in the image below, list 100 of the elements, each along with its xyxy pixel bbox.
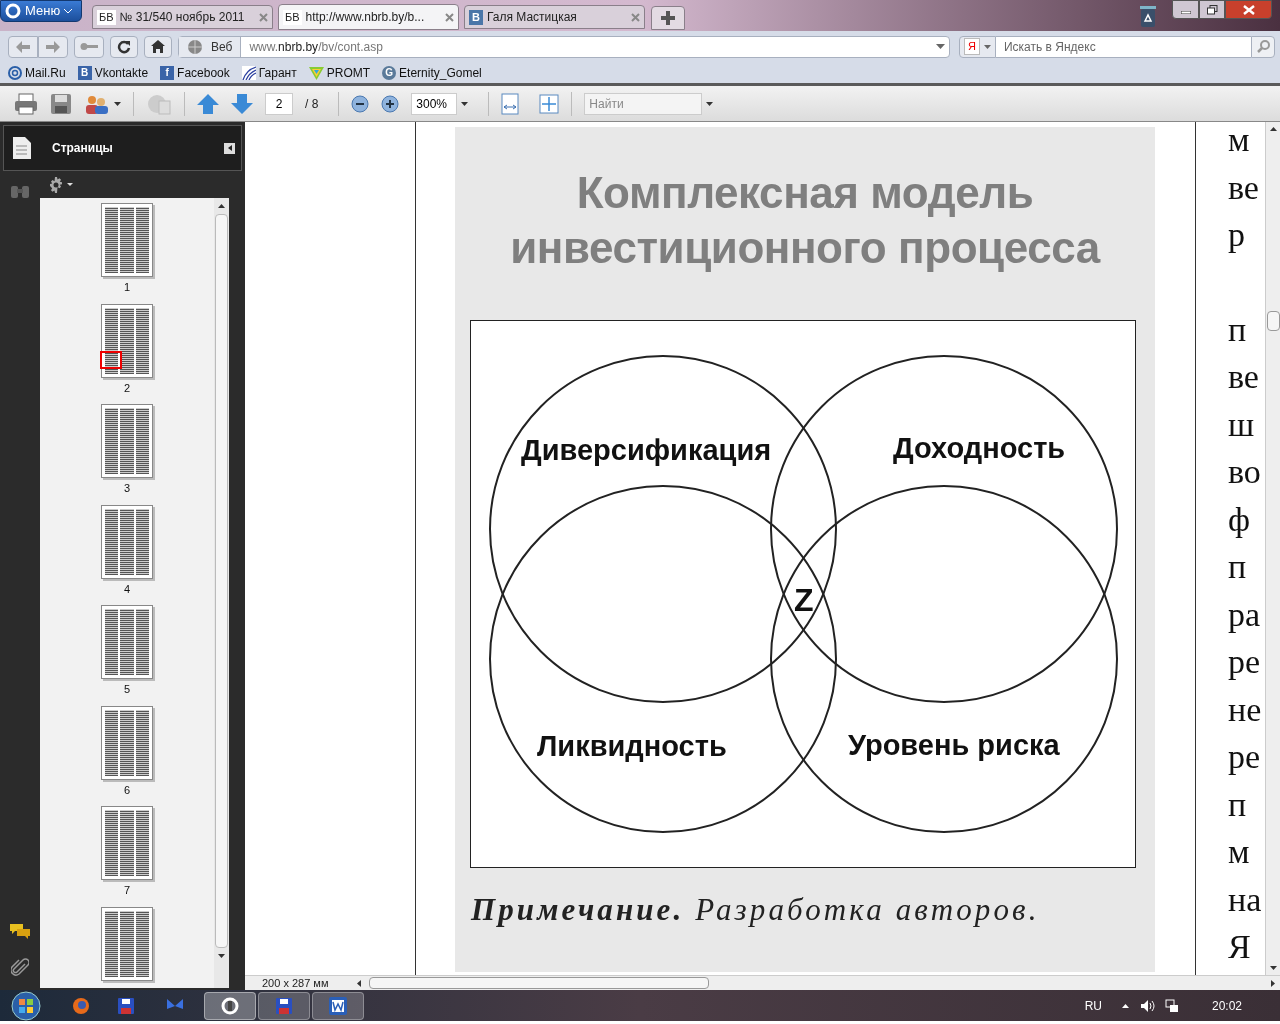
full-screen-icon[interactable]	[539, 93, 560, 114]
dropdown-caret-icon[interactable]	[114, 101, 121, 106]
text-column	[120, 609, 134, 675]
close-icon[interactable]	[445, 12, 454, 22]
home-button[interactable]	[144, 35, 172, 58]
vertical-scrollbar[interactable]	[214, 198, 229, 988]
browser-tab[interactable]: БВ http://www.nbrb.by/b...	[278, 4, 459, 30]
dropdown-caret-icon[interactable]	[67, 183, 73, 186]
page-size-label: 200 x 287 мм	[262, 975, 330, 991]
text-column	[120, 207, 134, 273]
page-number-field[interactable]: 2	[265, 92, 293, 115]
close-button[interactable]	[1225, 0, 1272, 19]
restore-button[interactable]	[1199, 0, 1225, 19]
text-column	[105, 609, 119, 675]
up-arrow-icon[interactable]	[1269, 127, 1277, 131]
zoom-out-icon[interactable]	[351, 94, 370, 113]
page-thumbnail[interactable]	[101, 906, 153, 981]
taskbar-button[interactable]	[312, 991, 364, 1020]
taskbar-button[interactable]	[204, 991, 256, 1020]
bookmark-link[interactable]: G Eternity_Gomel	[382, 63, 482, 82]
page-thumbnail[interactable]	[101, 806, 153, 880]
site-icon: В	[469, 9, 483, 25]
figure-title-line: Комплексная модель	[576, 167, 1034, 219]
plus-icon	[661, 11, 675, 25]
recycle-bin-icon[interactable]	[1139, 4, 1157, 28]
language-indicator[interactable]: RU	[1084, 996, 1102, 1015]
right-arrow-icon[interactable]	[1271, 979, 1275, 987]
scroll-thumb[interactable]	[1266, 311, 1280, 331]
zoom-in-icon[interactable]	[381, 94, 400, 113]
venn-label: Диверсификация	[521, 433, 772, 468]
speaker-icon[interactable]	[1140, 999, 1155, 1012]
left-arrow-icon[interactable]	[357, 979, 361, 987]
text-column	[135, 207, 149, 273]
document-icon	[329, 996, 347, 1015]
site-icon: G	[382, 65, 397, 80]
text-column	[135, 609, 149, 675]
minimize-button[interactable]	[1172, 0, 1199, 19]
page-thumbnail[interactable]	[101, 404, 153, 478]
page-thumbnail[interactable]	[101, 203, 153, 277]
menu-button[interactable]: Меню	[0, 0, 82, 22]
tab-title: http://www.nbrb.by/b...	[305, 9, 426, 26]
ring-icon	[5, 3, 21, 19]
bookmark-link[interactable]: Mail.Ru	[8, 63, 66, 82]
bookmark-link[interactable]: PROMT	[308, 63, 371, 82]
print-icon[interactable]	[14, 92, 38, 115]
gear-icon[interactable]	[48, 176, 64, 193]
new-tab-button[interactable]	[651, 6, 685, 30]
clock[interactable]: 20:02	[1211, 996, 1242, 1015]
binoculars-icon[interactable]	[10, 183, 30, 199]
pages-icon[interactable]	[12, 136, 32, 160]
up-triangle-icon[interactable]	[1121, 1003, 1129, 1008]
venn-center-label: Z	[794, 581, 814, 620]
search-field[interactable]: Искать в Яндекс	[995, 35, 1251, 58]
browser-tab[interactable]: БВ № 31/540 ноябрь 2011	[92, 5, 273, 29]
vertical-scrollbar[interactable]	[1265, 122, 1280, 975]
up-arrow-icon[interactable]	[218, 204, 225, 208]
down-arrow-icon[interactable]	[1269, 966, 1277, 970]
page-thumbnail[interactable]	[101, 504, 153, 579]
dropdown-caret-icon[interactable]	[706, 101, 714, 106]
down-arrow-icon[interactable]	[218, 954, 225, 958]
paperclip-icon[interactable]	[11, 958, 29, 978]
triangle-logo-icon	[308, 65, 324, 80]
previous-page-icon[interactable]	[197, 93, 219, 114]
find-field[interactable]: Найти	[584, 92, 703, 115]
zoom-field[interactable]: 300%	[411, 92, 458, 115]
bookmark-link[interactable]: f Facebook	[160, 63, 230, 82]
text-column	[105, 910, 119, 977]
text-fragment: п	[1228, 309, 1248, 350]
text-fragment: п	[1228, 784, 1248, 825]
fox-browser-icon[interactable]	[72, 996, 90, 1015]
page-thumbnail[interactable]	[101, 705, 153, 780]
text-fragment: Я	[1228, 927, 1252, 967]
comments-icon[interactable]	[9, 922, 31, 940]
site-icon: f	[160, 65, 175, 80]
text-column	[135, 307, 149, 374]
tab-title: № 31/540 ноябрь 2011	[119, 9, 246, 26]
text-fragment: на	[1228, 879, 1262, 920]
search-engine-button[interactable]: Я	[959, 35, 996, 58]
text-column	[120, 408, 134, 474]
fit-width-icon[interactable]	[501, 92, 520, 115]
text-column	[135, 810, 149, 876]
scroll-thumb[interactable]	[369, 977, 709, 989]
bookmark-link[interactable]: Гарант	[241, 63, 297, 82]
page-thumbnail[interactable]	[101, 605, 153, 679]
text-fragment: ш	[1228, 404, 1256, 445]
browser-tab[interactable]: В Галя Мастицкая	[464, 5, 645, 29]
scroll-thumb[interactable]	[215, 214, 228, 948]
forward-arrow-icon	[46, 40, 60, 53]
next-page-icon[interactable]	[231, 93, 253, 114]
venn-label: Доходность	[893, 431, 1066, 466]
collapse-panel-button[interactable]	[224, 142, 235, 154]
reload-button[interactable]	[110, 35, 138, 58]
dropdown-caret-icon[interactable]	[461, 101, 469, 106]
bookmark-link[interactable]: В Vkontakte	[77, 63, 149, 82]
search-icon	[1256, 40, 1270, 53]
home-icon	[151, 40, 165, 53]
taskbar-button[interactable]	[258, 991, 310, 1020]
network-icon[interactable]	[1164, 998, 1179, 1013]
left-triangle-icon	[227, 145, 232, 151]
page-thumbnail[interactable]	[101, 303, 153, 378]
